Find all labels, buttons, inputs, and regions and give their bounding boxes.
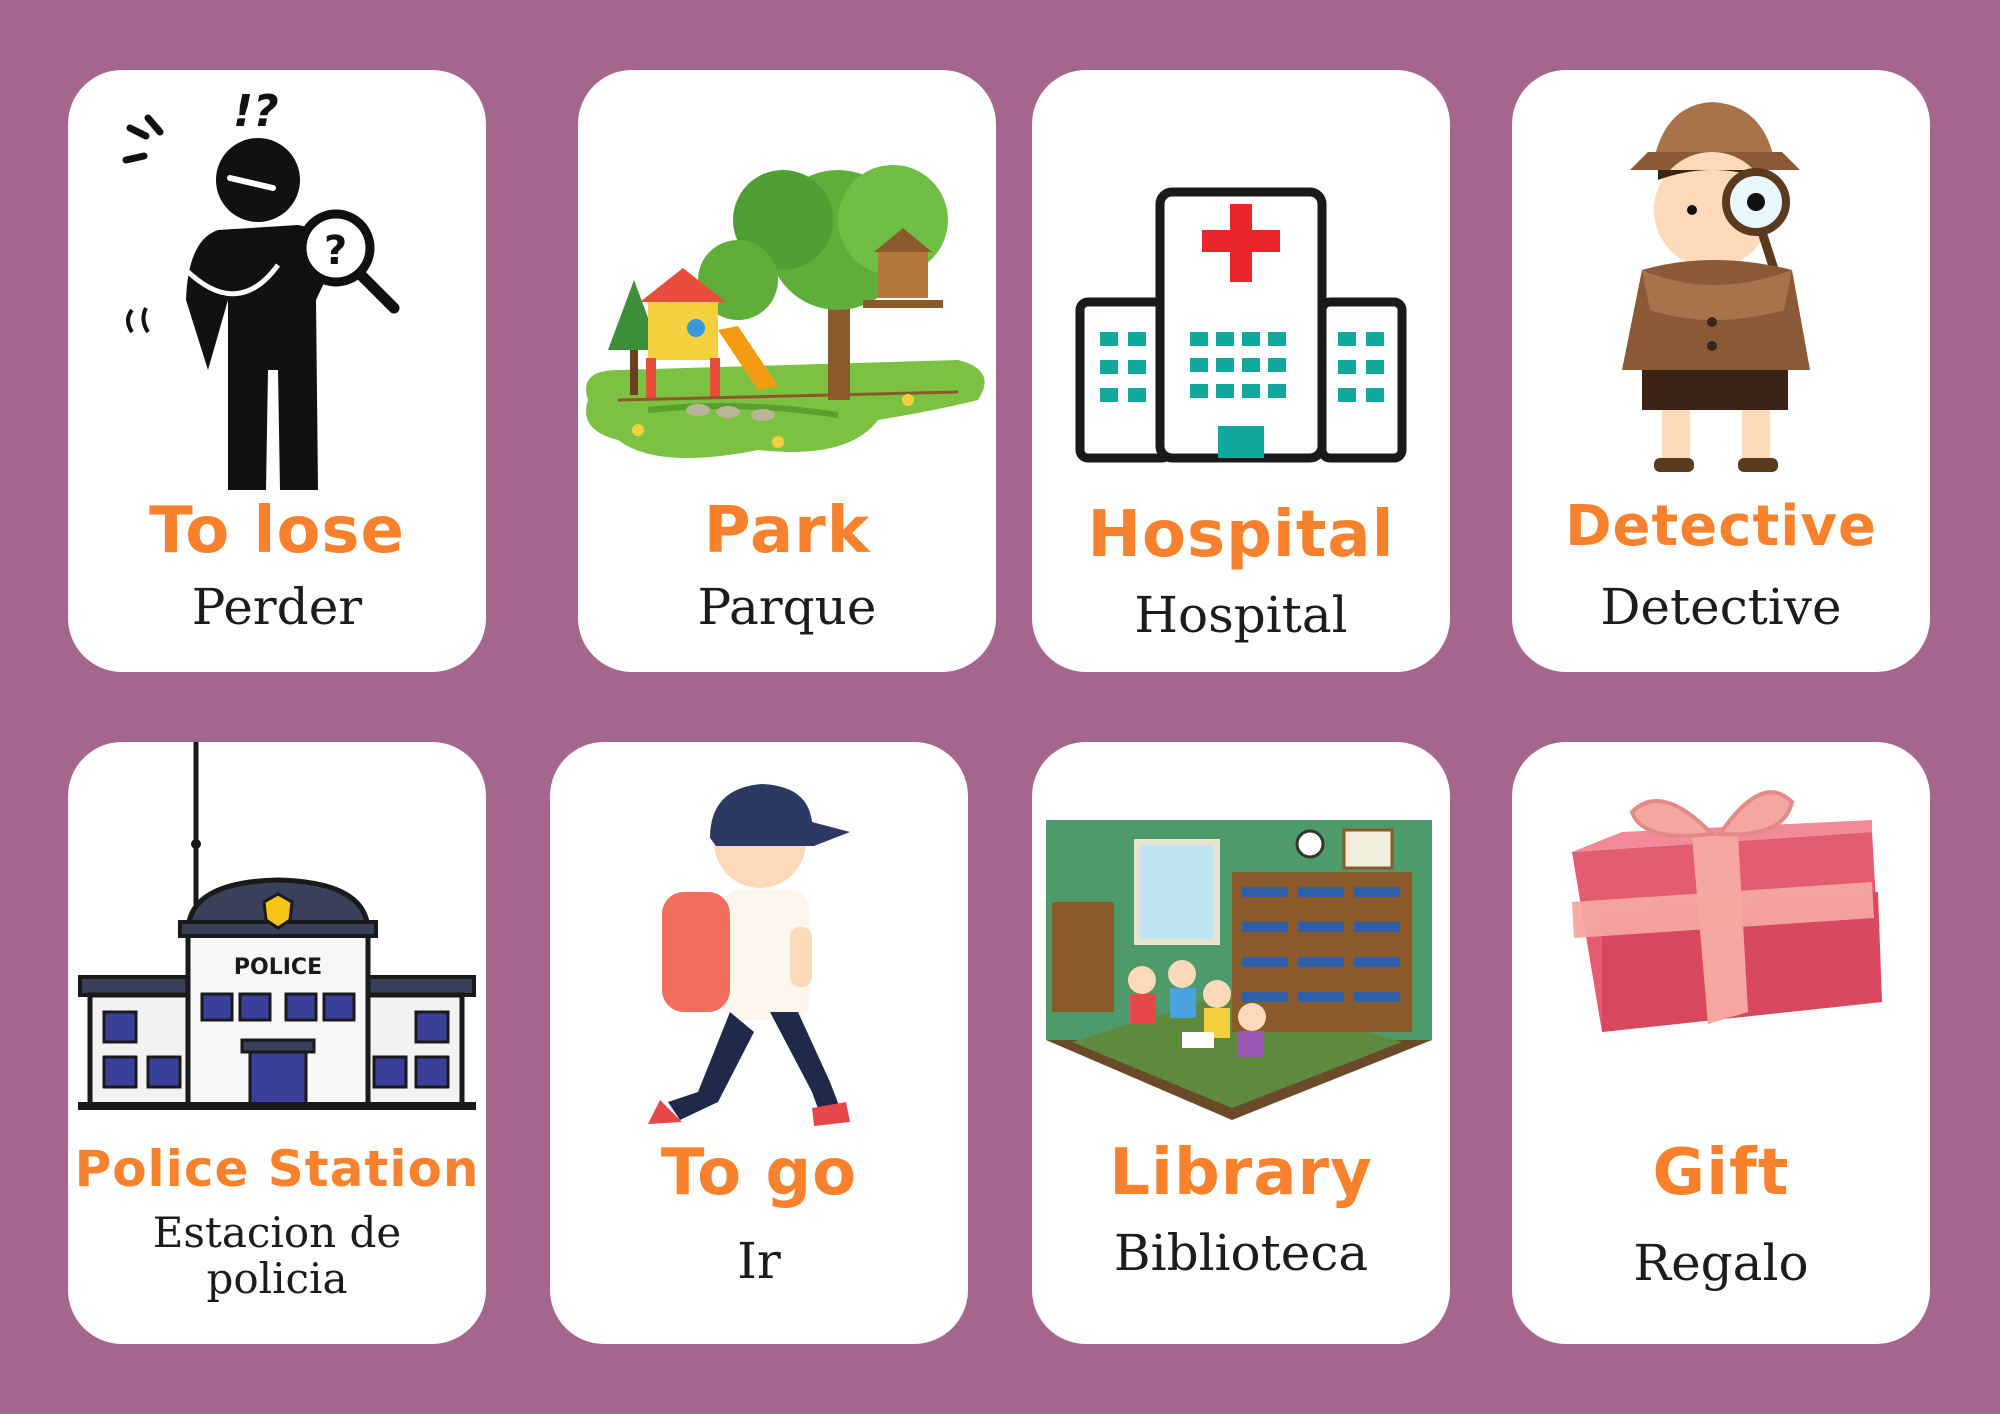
english-word: Gift xyxy=(1652,1136,1790,1210)
card-police-station: POLICE Police Station Estacion de polici… xyxy=(68,742,486,1344)
hospital-building-icon xyxy=(1075,187,1407,463)
english-word: To lose xyxy=(149,494,405,568)
confused-person-icon: !? ? xyxy=(122,86,400,490)
spanish-word: Regalo xyxy=(1633,1234,1809,1292)
card-to-lose: !? ? To lose Perder xyxy=(68,70,486,672)
spanish-word: Hospital xyxy=(1134,586,1348,644)
svg-text:!?: !? xyxy=(233,86,279,137)
walking-boy-icon xyxy=(648,784,850,1126)
spanish-word: Biblioteca xyxy=(1113,1224,1369,1282)
spanish-word: Detective xyxy=(1600,578,1842,636)
spanish-word: Perder xyxy=(191,578,363,636)
police-station-icon: POLICE xyxy=(78,742,476,1110)
spanish-word: Estacion de policia xyxy=(152,1208,402,1303)
english-word: Park xyxy=(703,494,871,568)
spanish-word: Parque xyxy=(697,578,877,636)
english-word: Detective xyxy=(1565,494,1877,559)
english-word: Library xyxy=(1109,1136,1373,1210)
spanish-word: Ir xyxy=(737,1232,781,1290)
library-room-icon xyxy=(1046,820,1432,1120)
card-detective: Detective Detective xyxy=(1512,70,1930,672)
card-park: Park Parque xyxy=(578,70,996,672)
english-word: To go xyxy=(660,1136,858,1210)
detective-icon xyxy=(1622,102,1810,472)
gift-box-icon xyxy=(1572,790,1882,1032)
english-word: Police Station xyxy=(74,1140,480,1198)
svg-text:?: ? xyxy=(324,228,347,274)
park-playground-icon xyxy=(586,165,985,458)
card-to-go: To go Ir xyxy=(550,742,968,1344)
police-sign: POLICE xyxy=(234,955,322,980)
card-gift: Gift Regalo xyxy=(1512,742,1930,1344)
card-library: Library Biblioteca xyxy=(1032,742,1450,1344)
english-word: Hospital xyxy=(1087,498,1395,572)
card-hospital: Hospital Hospital xyxy=(1032,70,1450,672)
